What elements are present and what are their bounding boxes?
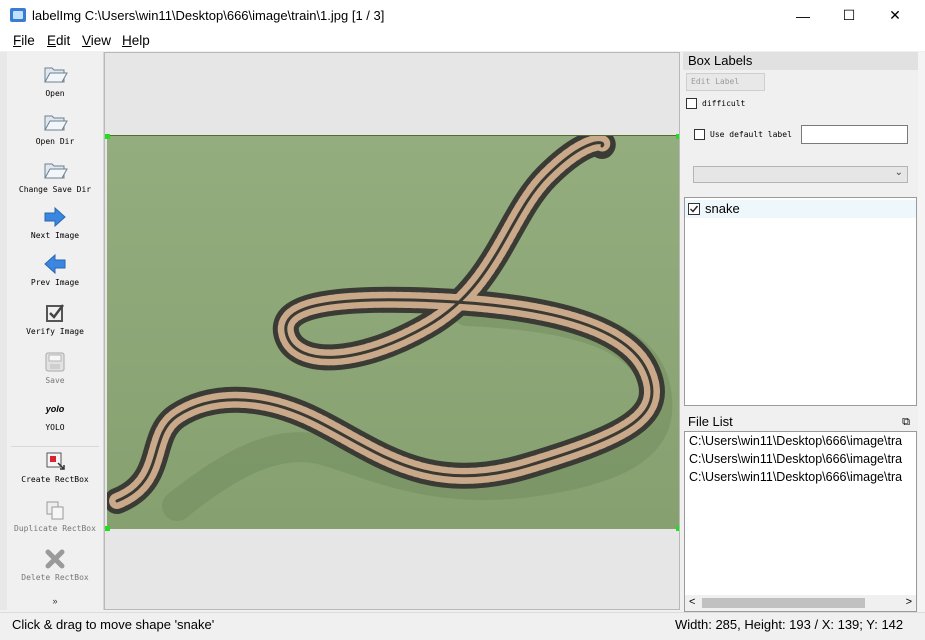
label-list-item[interactable]: snake: [685, 200, 916, 218]
folder-open-icon: [44, 115, 68, 131]
arrow-left-icon: [44, 253, 66, 275]
image-photo: [107, 136, 679, 529]
next-image-label: Next Image: [30, 231, 80, 240]
file-list-title: File List: [688, 414, 733, 429]
difficult-checkbox[interactable]: [686, 98, 697, 109]
open-dir-button[interactable]: Open Dir: [7, 110, 103, 146]
menu-edit[interactable]: Edit: [47, 33, 70, 48]
scrollbar-thumb[interactable]: [702, 598, 865, 608]
difficult-label: difficult: [702, 99, 746, 108]
change-save-dir-label: Change Save Dir: [18, 185, 92, 194]
use-default-label-text: Use default label: [710, 130, 792, 139]
box-labels-header: Box Labels: [683, 52, 918, 70]
format-label: YOLO: [45, 423, 65, 432]
prev-image-button[interactable]: Prev Image: [7, 253, 103, 287]
duplicate-rectbox-label: Duplicate RectBox: [14, 524, 96, 533]
default-label-input[interactable]: [801, 125, 908, 144]
minimize-button[interactable]: —: [780, 0, 826, 31]
folder-open-icon: [44, 163, 68, 179]
status-coordinates: Width: 285, Height: 193 / X: 139; Y: 142: [675, 617, 904, 632]
toolbar-more-button[interactable]: »: [7, 596, 103, 606]
undock-icon[interactable]: ⧉: [902, 413, 910, 431]
file-list-item[interactable]: C:\Users\win11\Desktop\666\image\tra: [689, 470, 902, 484]
menu-help[interactable]: Help: [122, 33, 150, 48]
bbox-handle[interactable]: [676, 134, 679, 139]
create-rectbox-button[interactable]: Create RectBox: [7, 450, 103, 484]
background-window-edge: [0, 52, 7, 610]
toolbar-separator: [11, 446, 99, 447]
file-list: C:\Users\win11\Desktop\666\image\tra C:\…: [684, 431, 917, 612]
right-panel: Box Labels Edit Label difficult Use defa…: [683, 52, 918, 612]
delete-rectbox-label: Delete RectBox: [21, 573, 89, 582]
chevron-down-icon: ⌄: [894, 167, 903, 178]
create-rectbox-label: Create RectBox: [21, 475, 89, 484]
change-save-dir-button[interactable]: Change Save Dir: [7, 158, 103, 194]
horizontal-scrollbar[interactable]: < >: [685, 595, 916, 611]
save-icon: [45, 352, 65, 372]
label-checkbox-checked[interactable]: [688, 203, 700, 215]
verify-image-label: Verify Image: [26, 327, 84, 336]
duplicate-icon: [46, 501, 64, 520]
checkbox-checked-icon: [46, 304, 64, 322]
edit-label-text: Edit Label: [691, 77, 740, 86]
app-icon: [10, 8, 26, 22]
open-button[interactable]: Open: [7, 62, 103, 98]
open-dir-label: Open Dir: [35, 137, 75, 146]
label-list: snake: [684, 197, 917, 406]
yolo-icon: yolo: [45, 404, 65, 414]
toolbar: Open Open Dir Change Save Dir Next Image…: [7, 52, 104, 610]
maximize-button[interactable]: ☐: [826, 0, 872, 31]
file-list-header: File List ⧉: [683, 413, 918, 431]
prev-image-label: Prev Image: [30, 278, 80, 287]
save-label: Save: [45, 376, 65, 385]
menu-view[interactable]: View: [82, 33, 111, 48]
create-rectbox-icon: [46, 452, 65, 470]
use-default-label-checkbox[interactable]: [694, 129, 705, 140]
delete-rectbox-button[interactable]: Delete RectBox: [7, 548, 103, 582]
label-name: snake: [705, 201, 740, 216]
window-title: labelImg C:\Users\win11\Desktop\666\imag…: [32, 8, 385, 23]
open-label: Open: [45, 89, 65, 98]
window-right-edge: [918, 52, 925, 612]
status-message: Click & drag to move shape 'snake': [12, 617, 215, 632]
folder-open-icon: [44, 67, 68, 83]
label-combobox[interactable]: ⌄: [693, 166, 908, 183]
scroll-left-icon[interactable]: <: [689, 596, 695, 608]
bbox-handle[interactable]: [105, 134, 110, 139]
menu-file[interactable]: File: [13, 33, 35, 48]
file-list-item[interactable]: C:\Users\win11\Desktop\666\image\tra: [689, 434, 902, 448]
checkmark-icon: [690, 205, 699, 213]
delete-x-icon: [45, 549, 65, 569]
close-button[interactable]: ✕: [872, 0, 918, 31]
duplicate-rectbox-button[interactable]: Duplicate RectBox: [7, 499, 103, 533]
format-yolo-button[interactable]: yolo YOLO: [7, 404, 103, 432]
bbox-handle[interactable]: [105, 526, 110, 531]
bbox-handle[interactable]: [676, 526, 679, 531]
save-button[interactable]: Save: [7, 351, 103, 385]
image-canvas[interactable]: [104, 52, 680, 610]
scroll-right-icon[interactable]: >: [906, 596, 912, 608]
arrow-right-icon: [44, 206, 66, 228]
file-list-item[interactable]: C:\Users\win11\Desktop\666\image\tra: [689, 452, 902, 466]
next-image-button[interactable]: Next Image: [7, 206, 103, 240]
verify-image-button[interactable]: Verify Image: [7, 302, 103, 336]
snake-image: [107, 136, 679, 529]
edit-label-button[interactable]: Edit Label: [686, 73, 765, 91]
